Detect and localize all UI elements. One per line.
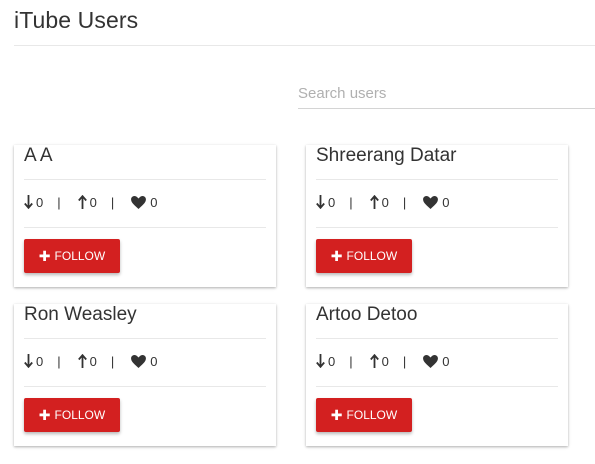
- title-divider: [14, 45, 595, 46]
- search-bar: [298, 78, 595, 110]
- follow-label: FOLLOW: [346, 249, 398, 263]
- likes-stat: 0: [131, 354, 157, 369]
- user-name: Artoo Detoo: [316, 304, 418, 325]
- stat-separator: |: [402, 353, 407, 369]
- downloads-count: 0: [36, 353, 44, 369]
- arrow-up-icon: [77, 354, 87, 368]
- plus-icon: ✚: [38, 248, 51, 264]
- card-divider: [316, 227, 558, 228]
- likes-count: 0: [150, 194, 158, 210]
- user-stats: 0 | 0 | 0: [24, 353, 157, 369]
- likes-stat: 0: [131, 195, 157, 210]
- follow-button[interactable]: ✚ FOLLOW: [24, 239, 120, 273]
- arrow-up-icon: [369, 195, 379, 209]
- arrow-down-icon: [316, 195, 325, 209]
- downloads-stat: 0: [24, 354, 43, 369]
- stat-separator: |: [57, 194, 61, 210]
- plus-icon: ✚: [330, 407, 343, 423]
- likes-count: 0: [442, 353, 450, 369]
- user-name: Ron Weasley: [24, 304, 137, 325]
- downloads-stat: 0: [24, 195, 43, 210]
- arrow-down-icon: [316, 354, 325, 368]
- user-stats: 0 | 0 | 0: [316, 353, 449, 369]
- likes-count: 0: [150, 353, 158, 369]
- user-card: Artoo Detoo 0 | 0 | 0 ✚ FOLLOW: [306, 304, 568, 446]
- stat-separator: |: [57, 353, 61, 369]
- uploads-count: 0: [89, 353, 97, 369]
- card-divider: [24, 227, 266, 228]
- card-divider: [24, 179, 266, 180]
- page-title: iTube Users: [14, 7, 139, 33]
- user-card: Ron Weasley 0 | 0 | 0 ✚ FOLLOW: [14, 304, 276, 446]
- downloads-stat: 0: [316, 195, 335, 210]
- heart-icon: [131, 195, 147, 209]
- uploads-count: 0: [89, 194, 97, 210]
- follow-label: FOLLOW: [54, 249, 106, 263]
- user-card: Shreerang Datar 0 | 0 | 0 ✚ FOLLOW: [306, 145, 568, 287]
- stat-separator: |: [402, 194, 407, 210]
- uploads-stat: 0: [369, 353, 389, 369]
- likes-count: 0: [442, 194, 450, 210]
- downloads-count: 0: [328, 194, 336, 210]
- likes-stat: 0: [423, 195, 449, 210]
- uploads-stat: 0: [77, 353, 97, 369]
- follow-button[interactable]: ✚ FOLLOW: [24, 398, 120, 432]
- heart-icon: [131, 354, 147, 368]
- arrow-down-icon: [24, 354, 33, 368]
- stat-separator: |: [110, 194, 115, 210]
- user-stats: 0 | 0 | 0: [316, 194, 449, 210]
- card-divider: [316, 338, 558, 339]
- downloads-count: 0: [36, 194, 44, 210]
- user-name: Shreerang Datar: [316, 145, 457, 166]
- user-card: A A 0 | 0 | 0 ✚ FOLLOW: [14, 145, 276, 287]
- stat-separator: |: [349, 353, 353, 369]
- follow-button[interactable]: ✚ FOLLOW: [316, 239, 412, 273]
- follow-button[interactable]: ✚ FOLLOW: [316, 398, 412, 432]
- arrow-up-icon: [369, 354, 379, 368]
- user-name: A A: [24, 145, 53, 166]
- heart-icon: [423, 195, 439, 209]
- card-divider: [24, 386, 266, 387]
- arrow-down-icon: [24, 195, 33, 209]
- uploads-count: 0: [381, 194, 389, 210]
- stat-separator: |: [349, 194, 353, 210]
- stat-separator: |: [110, 353, 115, 369]
- card-divider: [316, 179, 558, 180]
- user-stats: 0 | 0 | 0: [24, 194, 157, 210]
- downloads-stat: 0: [316, 354, 335, 369]
- follow-label: FOLLOW: [54, 408, 106, 422]
- uploads-stat: 0: [369, 194, 389, 210]
- follow-label: FOLLOW: [346, 408, 398, 422]
- downloads-count: 0: [328, 353, 336, 369]
- plus-icon: ✚: [330, 248, 343, 264]
- likes-stat: 0: [423, 354, 449, 369]
- search-input[interactable]: [298, 78, 595, 109]
- uploads-count: 0: [381, 353, 389, 369]
- arrow-up-icon: [77, 195, 87, 209]
- uploads-stat: 0: [77, 194, 97, 210]
- card-divider: [24, 338, 266, 339]
- plus-icon: ✚: [38, 407, 51, 423]
- card-divider: [316, 386, 558, 387]
- heart-icon: [423, 354, 439, 368]
